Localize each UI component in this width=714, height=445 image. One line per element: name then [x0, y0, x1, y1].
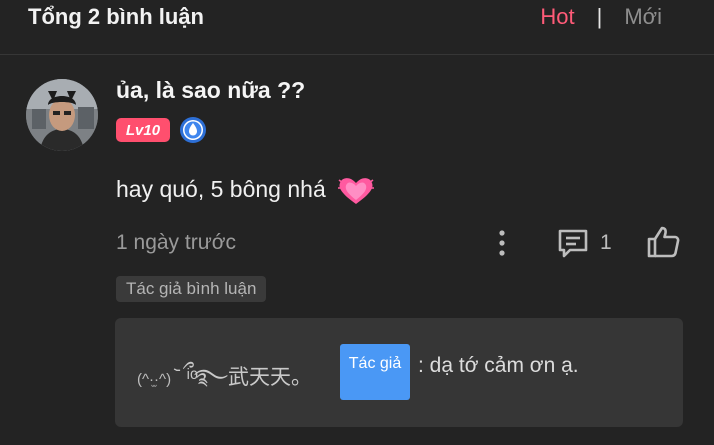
- comments-header: Tổng 2 bình luận Hot | Mới: [0, 0, 714, 55]
- comment-timestamp: 1 ngày trước: [116, 231, 237, 254]
- like-icon[interactable]: [645, 224, 681, 260]
- author-badge: Tác giả: [340, 344, 410, 400]
- reply-box[interactable]: (^·̫·^) ᷅ ྀ ͥ ͦ࿐武天天。 Tác giả : dạ tớ cảm…: [115, 318, 683, 427]
- sort-new-tab[interactable]: Mới: [624, 4, 662, 30]
- reply-button[interactable]: 1: [556, 226, 612, 260]
- comment-icon: [558, 229, 588, 258]
- avatar[interactable]: [26, 79, 98, 151]
- comments-count-title: Tổng 2 bình luận: [28, 4, 204, 29]
- reply-username-text: ᷅ ྀ ͥ ͦ࿐武天天。: [171, 366, 313, 389]
- comment-username[interactable]: ủa, là sao nữa ??: [116, 77, 305, 104]
- level-badge: Lv10: [116, 118, 170, 142]
- reply-count: 1: [600, 231, 612, 254]
- sort-separator: |: [596, 4, 603, 29]
- more-options-icon[interactable]: [492, 228, 512, 258]
- author-comment-tag: Tác giả bình luận: [116, 276, 267, 302]
- comments-panel: Tổng 2 bình luận Hot | Mới ủa, là sao nữ…: [0, 0, 714, 445]
- sort-options: Hot | Mới: [540, 4, 662, 30]
- comment-body: hay quó, 5 bông nhá: [116, 176, 326, 203]
- reply-username[interactable]: (^·̫·^) ᷅ ྀ ͥ ͦ࿐武天天。: [137, 354, 312, 413]
- reply-username-kaomoji: (^·̫·^): [137, 371, 172, 388]
- reply-text: : dạ tớ cảm ơn ạ.: [418, 354, 579, 377]
- water-drop-icon: [180, 117, 206, 143]
- sort-hot-tab[interactable]: Hot: [540, 4, 574, 30]
- comment-text: hay quó, 5 bông nhá: [116, 176, 375, 206]
- heart-icon: [338, 178, 375, 204]
